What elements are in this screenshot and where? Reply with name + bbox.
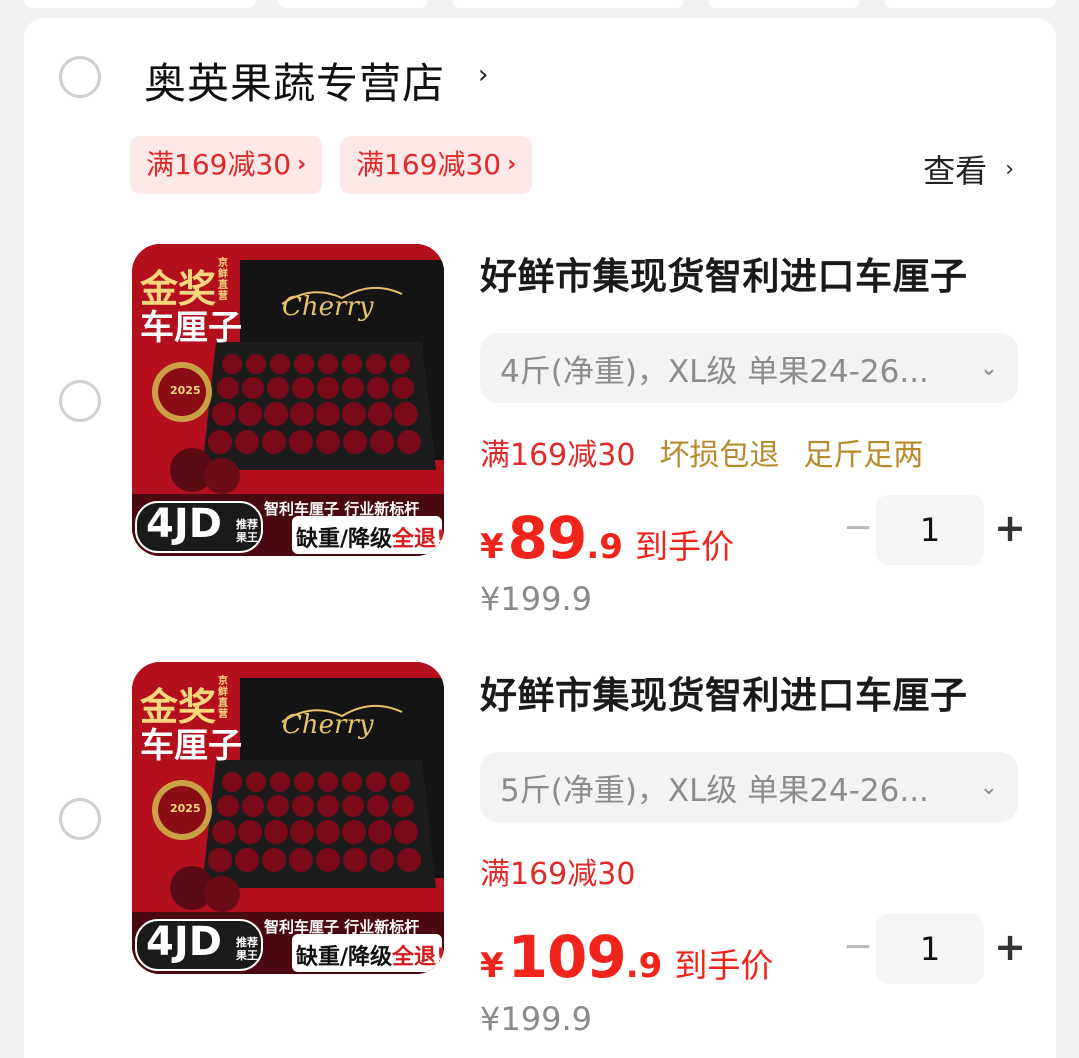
quantity-stepper: − 1 + bbox=[830, 914, 1040, 984]
corner-tag: 京鲜直营 bbox=[218, 676, 228, 720]
grade-note: 推荐果王 bbox=[236, 936, 258, 962]
quantity-input[interactable]: 1 bbox=[876, 914, 984, 984]
final-price: ¥ 109 .9 到手价 bbox=[480, 923, 774, 991]
grade-note: 推荐果王 bbox=[236, 518, 258, 544]
chevron-right-icon: › bbox=[507, 152, 517, 177]
service-tag: 足斤足两 bbox=[803, 438, 924, 473]
chevron-right-icon: › bbox=[1005, 156, 1014, 182]
tagline: 智利车厘子 行业新标杆 bbox=[264, 500, 420, 518]
grade-badge: 4JD bbox=[146, 919, 222, 965]
seal-year: 2025 bbox=[170, 802, 201, 815]
decrease-button[interactable]: − bbox=[838, 914, 878, 984]
store-select-radio[interactable] bbox=[59, 56, 101, 98]
store-coupon[interactable]: 满169减30 › bbox=[340, 136, 533, 194]
product-select-radio[interactable] bbox=[59, 798, 101, 840]
product-select-radio[interactable] bbox=[59, 380, 101, 422]
spec-selector[interactable]: 5斤(净重)，XL级 单果24-26... ⌄ bbox=[480, 752, 1018, 822]
product-image[interactable]: 金奖 车厘子 京鲜直营 Cherry 2025 智利车厘子 行业新标杆 4JD … bbox=[132, 662, 444, 974]
chevron-down-icon: ⌄ bbox=[979, 355, 998, 381]
increase-button[interactable]: + bbox=[990, 914, 1030, 984]
previous-card-edge bbox=[0, 0, 1079, 14]
product-tags: 满169减30 bbox=[480, 849, 635, 893]
spec-selector[interactable]: 4斤(净重)，XL级 单果24-26... ⌄ bbox=[480, 333, 1018, 403]
grade-badge: 4JD bbox=[146, 501, 222, 547]
script-word: Cherry bbox=[282, 710, 374, 740]
seal-year: 2025 bbox=[170, 384, 201, 397]
final-price: ¥ 89 .9 到手价 bbox=[480, 504, 734, 572]
product-tags: 满169减30 坏损包退 足斤足两 bbox=[480, 430, 923, 474]
tagline: 智利车厘子 行业新标杆 bbox=[264, 918, 420, 936]
product-word: 车厘子 bbox=[140, 726, 242, 766]
quantity-stepper: − 1 + bbox=[830, 495, 1040, 565]
product-title[interactable]: 好鲜市集现货智利进口车厘子 bbox=[480, 665, 968, 719]
chevron-right-icon[interactable]: › bbox=[478, 60, 488, 90]
promo-tag: 满169减30 bbox=[480, 438, 636, 473]
decrease-button[interactable]: − bbox=[838, 495, 878, 565]
product-word: 车厘子 bbox=[140, 308, 242, 348]
store-name[interactable]: 奥英果蔬专营店 bbox=[144, 50, 445, 111]
chevron-down-icon: ⌄ bbox=[979, 774, 998, 800]
script-word: Cherry bbox=[282, 292, 374, 322]
corner-tag: 京鲜直营 bbox=[218, 258, 228, 302]
product-title[interactable]: 好鲜市集现货智利进口车厘子 bbox=[480, 246, 968, 300]
original-price: ¥199.9 bbox=[480, 580, 592, 618]
increase-button[interactable]: + bbox=[990, 495, 1030, 565]
guarantee-text: 缺重/降级全退! bbox=[296, 945, 444, 970]
service-tag: 坏损包退 bbox=[659, 438, 780, 473]
original-price: ¥199.9 bbox=[480, 1000, 592, 1038]
store-coupon[interactable]: 满169减30 › bbox=[130, 136, 323, 194]
store-cart-card: 奥英果蔬专营店 › 满169减30 › 满169减30 › 查看 › 金奖 车厘… bbox=[24, 18, 1056, 1058]
promo-tag: 满169减30 bbox=[480, 857, 636, 892]
quantity-input[interactable]: 1 bbox=[876, 495, 984, 565]
chevron-right-icon: › bbox=[297, 152, 307, 177]
product-image[interactable]: 金奖 车厘子 京鲜直营 Cherry 2025 智利车厘子 行业新标杆 4JD … bbox=[132, 244, 444, 556]
guarantee-text: 缺重/降级全退! bbox=[296, 527, 444, 552]
view-coupons-link[interactable]: 查看 › bbox=[923, 146, 1014, 192]
